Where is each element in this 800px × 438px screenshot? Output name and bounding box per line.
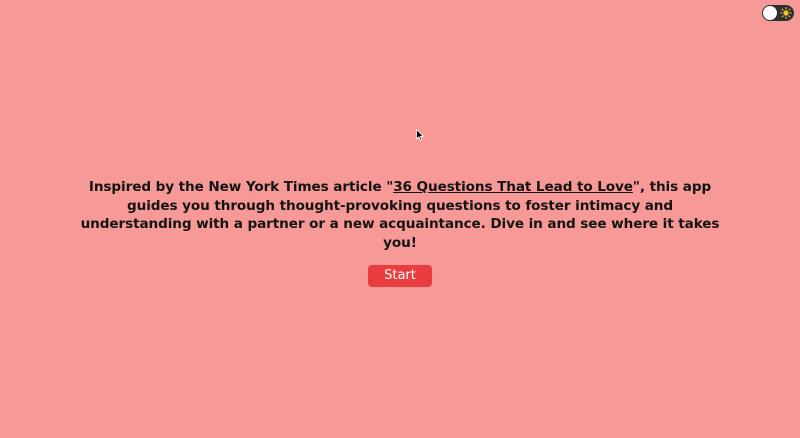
start-button[interactable]: Start: [368, 265, 432, 287]
theme-toggle[interactable]: [762, 5, 794, 21]
mouse-cursor-icon: [416, 129, 424, 141]
intro-text: Inspired by the New York Times article "…: [80, 178, 720, 252]
main-content: Inspired by the New York Times article "…: [0, 178, 800, 287]
toggle-knob: [763, 6, 777, 20]
intro-text-before: Inspired by the New York Times article ": [88, 179, 394, 195]
article-link[interactable]: 36 Questions That Lead to Love: [393, 179, 633, 195]
sun-icon: [780, 7, 792, 19]
